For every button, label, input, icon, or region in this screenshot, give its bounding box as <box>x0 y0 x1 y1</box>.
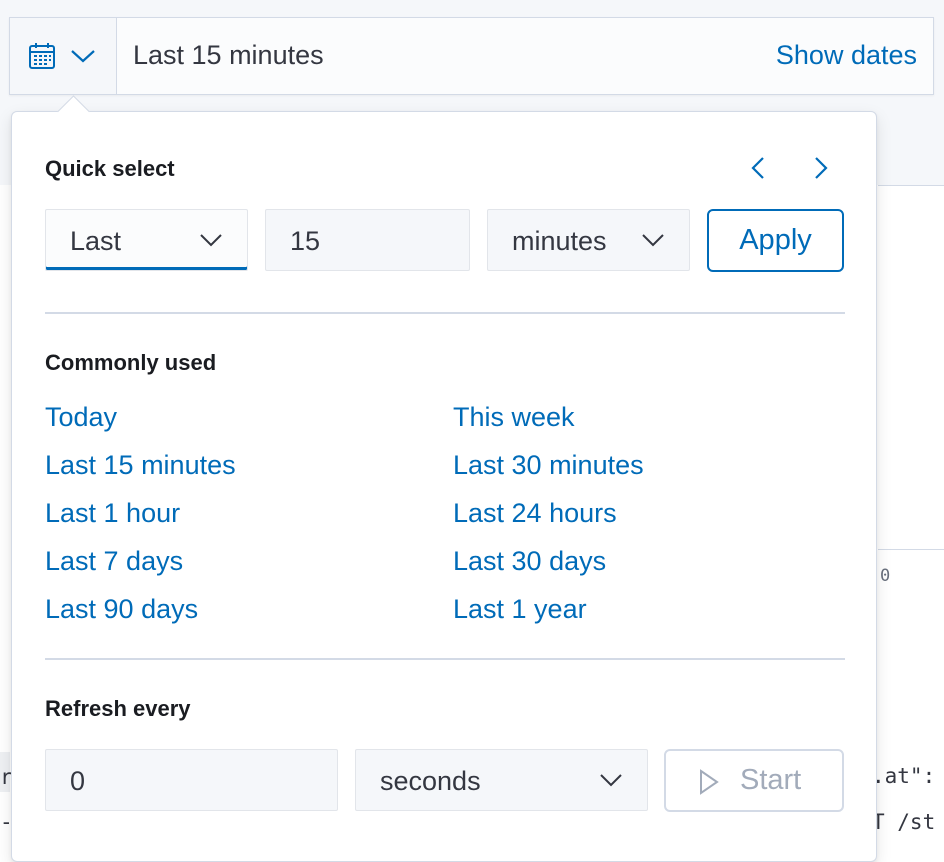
quick-menu-button[interactable] <box>10 18 117 94</box>
background-divider <box>878 185 944 186</box>
refresh-interval-value: 0 <box>70 766 86 796</box>
commonly-used-link[interactable]: This week <box>453 402 575 433</box>
chevron-down-icon <box>600 774 622 787</box>
direction-select[interactable]: Last <box>45 209 248 271</box>
commonly-used-link[interactable]: Last 24 hours <box>453 498 617 529</box>
background-code: T /st <box>872 810 936 834</box>
date-picker-bar: Last 15 minutes Show dates <box>9 17 934 95</box>
commonly-used-link[interactable]: Last 30 minutes <box>453 450 644 481</box>
chevron-left-icon[interactable] <box>747 156 771 180</box>
direction-value: Last <box>70 226 122 256</box>
start-button-label: Start <box>740 764 802 796</box>
chevron-down-icon <box>641 233 665 248</box>
apply-button[interactable]: Apply <box>707 209 844 272</box>
background-divider <box>878 549 944 550</box>
commonly-used-link[interactable]: Last 1 year <box>453 594 587 625</box>
show-dates-link[interactable]: Show dates <box>776 40 917 71</box>
commonly-used-link[interactable]: Last 7 days <box>45 546 183 577</box>
commonly-used-link[interactable]: Last 1 hour <box>45 498 180 529</box>
unit-select[interactable]: minutes <box>487 209 690 271</box>
chevron-down-icon <box>71 50 95 63</box>
section-divider <box>45 658 845 660</box>
refresh-unit-value: seconds <box>380 766 481 796</box>
refresh-every-title: Refresh every <box>45 696 191 721</box>
commonly-used-link[interactable]: Last 90 days <box>45 594 198 625</box>
chevron-down-icon <box>200 234 222 247</box>
play-icon <box>700 769 719 795</box>
quick-select-title: Quick select <box>45 156 175 181</box>
unit-value: minutes <box>512 226 607 256</box>
time-range-display[interactable]: Last 15 minutes <box>133 40 324 71</box>
calendar-icon <box>29 43 55 69</box>
refresh-unit-select[interactable]: seconds <box>355 749 648 811</box>
commonly-used-link[interactable]: Today <box>45 402 117 433</box>
background-code: .at": <box>872 764 936 788</box>
chevron-right-icon[interactable] <box>808 156 832 180</box>
commonly-used-link[interactable]: Last 15 minutes <box>45 450 236 481</box>
amount-input[interactable]: 15 <box>265 209 470 271</box>
commonly-used-link[interactable]: Last 30 days <box>453 546 606 577</box>
quick-select-popover: Quick select Last 15 minutes Apply Commo… <box>11 95 877 862</box>
amount-value: 15 <box>290 226 321 256</box>
section-divider <box>45 312 845 314</box>
background-value: 0 <box>880 566 891 586</box>
start-button[interactable]: Start <box>664 749 844 812</box>
commonly-used-title: Commonly used <box>45 350 217 375</box>
refresh-interval-input[interactable]: 0 <box>45 749 338 811</box>
